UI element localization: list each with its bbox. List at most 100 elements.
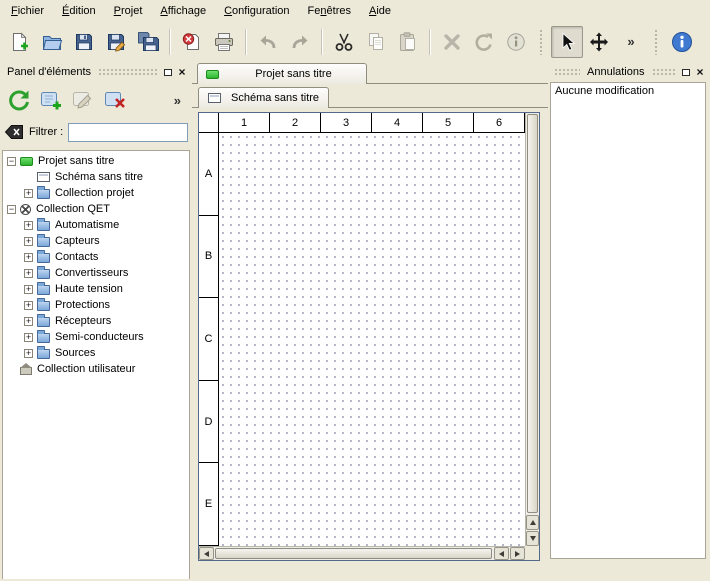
row-header-d: D [199,381,218,464]
folder-icon [37,301,50,311]
minus-expander-icon[interactable]: − [7,157,16,166]
save-as-button[interactable] [100,26,132,58]
edit-element-button[interactable] [68,85,98,115]
diagram-canvas[interactable]: 123456 ABCDE [199,113,525,546]
tab-schema[interactable]: Schéma sans titre [198,87,329,108]
reload-collections-button[interactable] [4,85,34,115]
tree-item-automatisme[interactable]: +Automatisme [3,217,189,233]
tree-item-collection-utilisateur[interactable]: Collection utilisateur [3,361,189,377]
scroll-left-button[interactable] [199,547,214,560]
new-document-icon [9,31,31,53]
redo-button[interactable] [284,26,316,58]
scroll-up-button[interactable] [526,515,539,530]
plus-expander-icon[interactable]: + [24,237,33,246]
vertical-scrollbar-thumb[interactable] [527,114,538,513]
plus-expander-icon[interactable]: + [24,221,33,230]
tree-item-projet-sans-titre[interactable]: −Projet sans titre [3,153,189,169]
panel-overflow-button[interactable]: » [171,93,184,108]
new-document-button[interactable] [4,26,36,58]
plus-expander-icon[interactable]: + [24,301,33,310]
menu-edition[interactable]: Édition [53,2,105,20]
paste-button[interactable] [392,26,424,58]
close-document-button[interactable] [176,26,208,58]
minus-expander-icon[interactable]: − [7,205,16,214]
scroll-left-button-2[interactable] [494,547,509,560]
rotate-button[interactable] [468,26,500,58]
redo-icon [289,31,311,53]
toolbar-handle[interactable] [654,29,659,55]
menu-fichier[interactable]: Fichier [2,2,53,20]
project-tab-label: Projet sans titre [229,68,358,80]
open-folder-icon [41,31,63,53]
dock-float-button[interactable] [679,66,693,79]
diagram-view[interactable]: 123456 ABCDE [198,112,540,561]
dock-close-button[interactable]: × [693,66,707,79]
elements-panel-titlebar[interactable]: Panel d'éléments × [3,64,189,80]
tree-item-haute-tension[interactable]: + Haute tension [3,281,189,297]
menu-configuration[interactable]: Configuration [215,2,298,20]
menu-projet[interactable]: Projet [105,2,152,20]
delete-element-button[interactable] [100,85,130,115]
print-button[interactable] [208,26,240,58]
dock-handle[interactable] [554,68,580,76]
scroll-down-button[interactable] [526,531,539,546]
tab-project[interactable]: Projet sans titre [197,63,367,84]
tree-item-label: Collection projet [55,187,134,199]
tree-item-convertisseurs[interactable]: + Convertisseurs [3,265,189,281]
plus-expander-icon[interactable]: + [24,333,33,342]
undo-history-list[interactable]: Aucune modification [550,82,706,559]
tree-item-protections[interactable]: +Protections [3,297,189,313]
toolbar-handle[interactable] [539,29,544,55]
tree-item-label: Haute tension [55,283,123,295]
horizontal-scrollbar[interactable] [199,546,525,560]
tree-item-contacts[interactable]: +Contacts [3,249,189,265]
tree-item-schema-sans-titre[interactable]: Schéma sans titre [3,169,189,185]
vertical-scrollbar[interactable] [525,113,539,546]
scroll-right-button[interactable] [510,547,525,560]
elements-tree[interactable]: −Projet sans titreSchéma sans titre+Coll… [2,150,190,579]
row-header-b: B [199,216,218,299]
dock-float-button[interactable] [161,66,175,79]
float-icon [682,69,690,76]
plus-expander-icon[interactable]: + [24,189,33,198]
horizontal-scrollbar-thumb[interactable] [215,548,492,559]
plus-expander-icon[interactable]: + [24,317,33,326]
plus-expander-icon[interactable]: + [24,253,33,262]
tree-item-semi-conducteurs[interactable]: +Semi-conducteurs [3,329,189,345]
delete-button[interactable] [436,26,468,58]
new-element-button[interactable] [36,85,66,115]
menu-aide[interactable]: Aide [360,2,400,20]
tree-item-collection-projet[interactable]: + Collection projet [3,185,189,201]
row-header-c: C [199,298,218,381]
save-button[interactable] [68,26,100,58]
plus-expander-icon[interactable]: + [24,285,33,294]
element-info-button[interactable] [500,26,532,58]
toolbar-overflow-button[interactable]: » [615,26,647,58]
open-project-button[interactable] [36,26,68,58]
main-toolbar: » [0,21,710,62]
tree-item-label: Collection QET [36,203,110,215]
tree-item-sources[interactable]: +Sources [3,345,189,361]
filter-input[interactable] [68,123,188,142]
about-button[interactable] [666,26,698,58]
tree-item-label: Convertisseurs [55,267,128,279]
cut-button[interactable] [328,26,360,58]
plus-expander-icon[interactable]: + [24,349,33,358]
undo-button[interactable] [252,26,284,58]
dock-handle[interactable] [652,68,677,76]
tree-item-collection-qet[interactable]: − Collection QET [3,201,189,217]
dock-close-button[interactable]: × [175,66,189,79]
dock-handle[interactable] [98,68,158,76]
menu-fenetres[interactable]: Fenêtres [299,2,360,20]
undo-panel-titlebar[interactable]: Annulations × [551,64,707,80]
select-mode-button[interactable] [551,26,583,58]
delete-element-icon [103,88,127,112]
tree-item-recepteurs[interactable]: +Récepteurs [3,313,189,329]
copy-button[interactable] [360,26,392,58]
clear-filter-button[interactable] [4,124,24,140]
pan-mode-button[interactable] [583,26,615,58]
tree-item-capteurs[interactable]: +Capteurs [3,233,189,249]
menu-affichage[interactable]: Affichage [151,2,215,20]
save-all-button[interactable] [132,26,164,58]
plus-expander-icon[interactable]: + [24,269,33,278]
